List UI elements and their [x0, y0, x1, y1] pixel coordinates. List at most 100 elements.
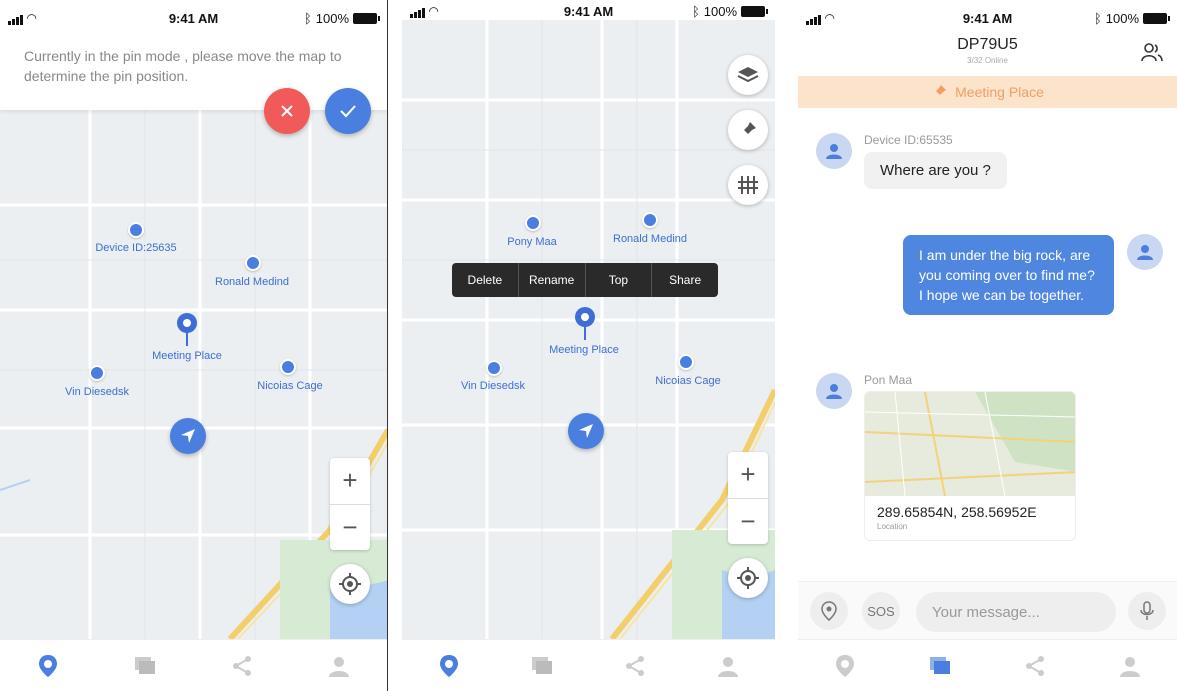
zoom-out-button[interactable]: −	[728, 499, 768, 545]
vin-marker-label: Vin Diesedsk	[461, 380, 525, 392]
tab-share[interactable]	[615, 646, 655, 686]
message-list[interactable]: Device ID:65535 Where are you ? I am und…	[798, 108, 1177, 581]
person-icon	[1137, 245, 1153, 260]
status-right: ᛒ 100%	[1094, 11, 1170, 26]
top-menu-item[interactable]: Top	[586, 263, 653, 297]
zoom-in-button[interactable]: +	[728, 452, 768, 499]
avatar[interactable]	[1127, 234, 1163, 270]
cancel-pin-button[interactable]	[264, 88, 310, 134]
members-button[interactable]	[1141, 42, 1163, 67]
zoom-control: + −	[330, 458, 370, 550]
nicoias-marker-label: Nicoias Cage	[257, 380, 323, 392]
meeting-place-banner[interactable]: Meeting Place	[798, 76, 1177, 108]
rename-menu-item[interactable]: Rename	[519, 263, 586, 297]
sos-button[interactable]: SOS	[862, 592, 900, 630]
tab-share[interactable]	[222, 646, 262, 686]
my-location-arrow[interactable]	[170, 418, 206, 454]
device-marker-label: Device ID:25635	[95, 242, 177, 254]
tab-map[interactable]	[429, 646, 469, 686]
tab-chat[interactable]	[125, 646, 165, 686]
location-coordinates: 289.65854N, 258.56952E	[877, 504, 1037, 520]
battery-label: 100%	[315, 11, 349, 26]
meeting-place-pin[interactable]	[574, 306, 596, 340]
locate-me-button[interactable]	[330, 564, 370, 604]
pony-marker[interactable]	[525, 215, 541, 231]
check-icon	[340, 105, 356, 118]
confirm-pin-button[interactable]	[325, 88, 371, 134]
zoom-control: + −	[728, 452, 768, 544]
meeting-place-pin[interactable]	[176, 312, 198, 346]
chat-header: DP79U5 3/32 Online	[798, 32, 1177, 76]
ronald-marker[interactable]	[245, 255, 261, 271]
vin-marker-label: Vin Diesedsk	[65, 386, 129, 398]
share-menu-item[interactable]: Share	[652, 263, 718, 297]
delete-menu-item[interactable]: Delete	[452, 263, 519, 297]
tab-map[interactable]	[28, 646, 68, 686]
battery-icon	[1143, 13, 1170, 24]
device-marker[interactable]	[128, 222, 144, 238]
chat-icon	[531, 656, 552, 674]
battery-label: 100%	[703, 4, 737, 19]
message-bubble-outgoing[interactable]: I am under the big rock, are you coming …	[903, 235, 1114, 315]
message-input-bar: SOS Your message...	[798, 581, 1177, 639]
person-icon	[1119, 656, 1140, 677]
map-pin-icon	[439, 654, 458, 677]
location-label: Location	[877, 522, 908, 531]
chat-title: DP79U5	[957, 36, 1018, 53]
bluetooth-icon: ᛒ	[303, 11, 312, 26]
message-input[interactable]: Your message...	[916, 592, 1116, 632]
group-icon	[1141, 43, 1163, 62]
meeting-place-label: Meeting Place	[549, 344, 619, 356]
status-bar: ◠ 9:41 AM ᛒ 100%	[798, 0, 1177, 32]
nicoias-marker[interactable]	[280, 359, 296, 375]
map-view[interactable]: Device ID:25635 Ronald Medind Meeting Pl…	[0, 110, 387, 639]
pushpin-icon	[740, 122, 756, 138]
microphone-icon	[1140, 601, 1154, 620]
avatar[interactable]	[816, 133, 852, 169]
banner-label: Meeting Place	[955, 84, 1044, 100]
tab-profile[interactable]	[1110, 646, 1150, 686]
tab-profile[interactable]	[319, 646, 359, 686]
pin-button[interactable]	[728, 110, 768, 150]
tab-chat[interactable]	[920, 646, 960, 686]
tab-bar	[798, 639, 1177, 691]
battery-icon	[353, 13, 380, 24]
send-location-button[interactable]	[810, 592, 848, 630]
target-icon	[737, 567, 759, 589]
message-bubble[interactable]: Where are you ?	[864, 152, 1007, 189]
voice-button[interactable]	[1128, 592, 1166, 630]
tab-chat[interactable]	[522, 646, 562, 686]
target-icon	[339, 573, 361, 595]
tab-profile[interactable]	[708, 646, 748, 686]
fence-button[interactable]	[728, 165, 768, 205]
nicoias-marker[interactable]	[678, 354, 694, 370]
location-map-thumbnail	[865, 392, 1075, 496]
zoom-out-button[interactable]: −	[330, 505, 370, 551]
vin-marker[interactable]	[486, 360, 502, 376]
tab-bar	[0, 639, 387, 691]
my-location-arrow[interactable]	[568, 413, 604, 449]
share-icon	[626, 655, 645, 676]
pony-marker-label: Pony Maa	[507, 236, 557, 248]
tab-share[interactable]	[1015, 646, 1055, 686]
map-pin-icon	[836, 654, 855, 677]
zoom-in-button[interactable]: +	[330, 458, 370, 505]
status-right: ᛒ 100%	[692, 4, 768, 19]
location-card[interactable]: 289.65854N, 258.56952E Location	[864, 391, 1076, 541]
battery-icon	[741, 6, 768, 17]
ronald-marker-label: Ronald Medind	[215, 276, 289, 288]
pin-mode-screen: ◠ 9:41 AM ᛒ 100% Device ID:25635 Ronald …	[0, 0, 388, 691]
pin-mode-message: Currently in the pin mode , please move …	[24, 48, 342, 84]
chat-icon	[930, 656, 951, 674]
message-sender: Device ID:65535	[864, 133, 953, 147]
share-icon	[232, 655, 251, 676]
layers-button[interactable]	[728, 55, 768, 95]
meeting-place-label: Meeting Place	[152, 350, 222, 362]
tab-map[interactable]	[825, 646, 865, 686]
locate-me-button[interactable]	[728, 558, 768, 598]
ronald-marker[interactable]	[642, 212, 658, 228]
vin-marker[interactable]	[89, 365, 105, 381]
avatar[interactable]	[816, 373, 852, 409]
chat-icon	[135, 656, 156, 674]
map-view[interactable]: Pony Maa Ronald Medind Meeting Place Vin…	[402, 20, 775, 639]
